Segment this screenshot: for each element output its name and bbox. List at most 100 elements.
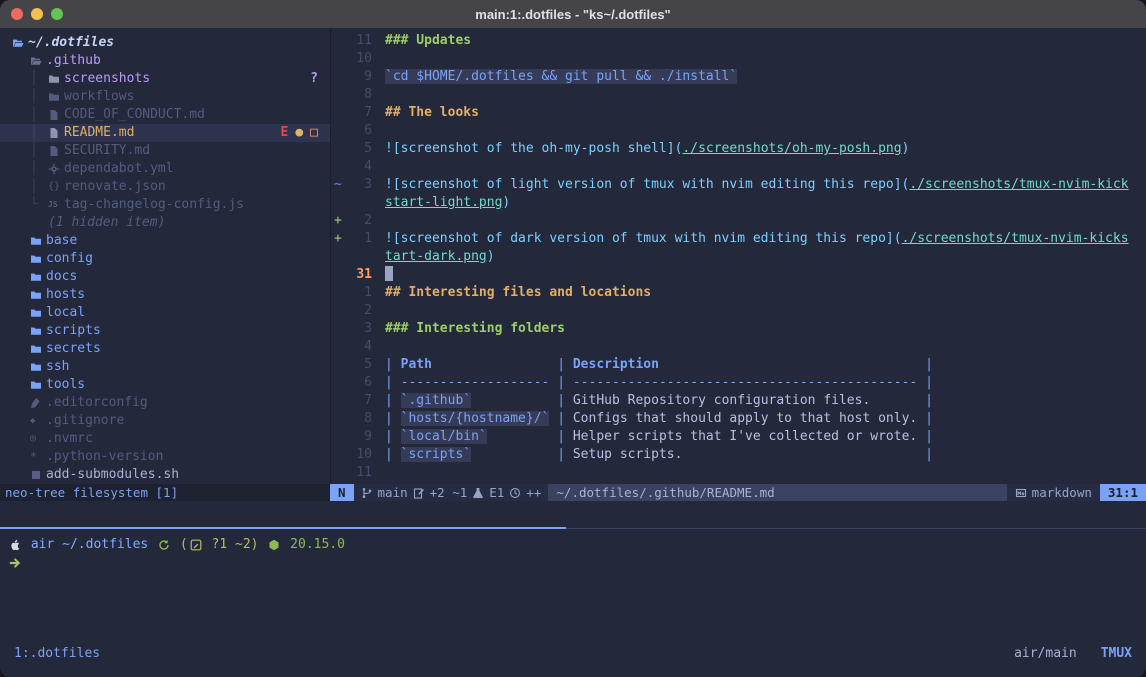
- syntax-span: `hosts/{hostname}/`: [401, 411, 550, 426]
- editor-line[interactable]: 3### Interesting folders: [331, 320, 1146, 338]
- minimize-button[interactable]: [31, 8, 43, 20]
- editor-line[interactable]: 7| `.github` | GitHub Repository configu…: [331, 392, 1146, 410]
- editor-line[interactable]: 6| ------------------- | ---------------…: [331, 374, 1146, 392]
- syntax-span: ./screenshots/tmux-nvim-kick: [909, 177, 1128, 192]
- editor-line[interactable]: 9`cd $HOME/.dotfiles && git pull && ./in…: [331, 68, 1146, 86]
- line-number: 11: [346, 32, 372, 50]
- editor-line[interactable]: 4: [331, 338, 1146, 356]
- tree-item[interactable]: ssh: [0, 358, 330, 376]
- gutter-sign: [331, 248, 346, 266]
- tree-item[interactable]: *.python-version: [0, 448, 330, 466]
- tree-item[interactable]: ◎.nvmrc: [0, 430, 330, 448]
- gutter-sign: [331, 194, 346, 212]
- editor-line[interactable]: 7## The looks: [331, 104, 1146, 122]
- tree-item[interactable]: local: [0, 304, 330, 322]
- tree-item[interactable]: └JStag-changelog-config.js: [0, 196, 330, 214]
- editor-line[interactable]: 11 ### Updates: [331, 32, 1146, 50]
- line-text: start-light.png): [372, 194, 510, 212]
- gutter-sign: [331, 464, 346, 482]
- syntax-span: ### Interesting folders: [385, 321, 565, 336]
- editor-pane[interactable]: 11 ### Updates 10 9`cd $HOME/.dotfiles &&…: [330, 28, 1146, 484]
- pencil-square-icon: [190, 539, 202, 551]
- line-number: 5: [346, 140, 372, 158]
- line-text: ## Interesting files and locations: [372, 284, 651, 302]
- tree-item[interactable]: tools: [0, 376, 330, 394]
- tree-item[interactable]: │dependabot.yml: [0, 160, 330, 178]
- close-button[interactable]: [11, 8, 23, 20]
- tree-item[interactable]: base: [0, 232, 330, 250]
- editor-line[interactable]: tart-dark.png): [331, 248, 1146, 266]
- editor-line[interactable]: ~3![screenshot of light version of tmux …: [331, 176, 1146, 194]
- syntax-span: |: [925, 357, 933, 372]
- editor-line[interactable]: 6: [331, 122, 1146, 140]
- tree-item[interactable]: config: [0, 250, 330, 268]
- tree-guide: │: [30, 142, 48, 160]
- syntax-span: [917, 411, 925, 426]
- tree-item[interactable]: │SECURITY.md: [0, 142, 330, 160]
- syntax-span: |: [557, 429, 573, 444]
- syntax-span: Helper scripts that I've collected or wr…: [573, 429, 917, 444]
- gutter-sign: [331, 392, 346, 410]
- tree-item[interactable]: scripts: [0, 322, 330, 340]
- editor-line[interactable]: 5![screenshot of the oh-my-posh shell](.…: [331, 140, 1146, 158]
- editor-line[interactable]: 2: [331, 302, 1146, 320]
- syntax-span: [682, 447, 925, 462]
- syntax-span: |: [557, 357, 573, 372]
- window-titlebar: main:1:.dotfiles - "ks~/.dotfiles": [0, 0, 1146, 28]
- gutter-sign: [331, 320, 346, 338]
- editor-line[interactable]: 10| `scripts` | Setup scripts. |: [331, 446, 1146, 464]
- line-number: 5: [346, 356, 372, 374]
- file-icon: [48, 127, 64, 139]
- syntax-span: ----------------------------------------…: [573, 375, 917, 390]
- tree-item-label: base: [46, 232, 77, 250]
- tree-item-label: local: [46, 304, 85, 322]
- tree-item[interactable]: hosts: [0, 286, 330, 304]
- syntax-span: |: [385, 357, 401, 372]
- tree-item[interactable]: │CODE_OF_CONDUCT.md: [0, 106, 330, 124]
- syntax-span: ### Updates: [385, 33, 471, 48]
- editor-line[interactable]: +2: [331, 212, 1146, 230]
- editor-cursor: [385, 266, 393, 281]
- editor-line[interactable]: 10: [331, 50, 1146, 68]
- line-text: [372, 86, 385, 104]
- editor-line[interactable]: 4: [331, 158, 1146, 176]
- editor-line[interactable]: 1## Interesting files and locations: [331, 284, 1146, 302]
- editor-line[interactable]: 11: [331, 464, 1146, 482]
- zoom-button[interactable]: [51, 8, 63, 20]
- git-branch-segment: main +2 ~1 E1 ++: [354, 484, 549, 501]
- syntax-span: |: [925, 393, 933, 408]
- tree-item[interactable]: ~/.dotfiles: [0, 34, 330, 52]
- line-number: 10: [346, 50, 372, 68]
- tmux-window-label[interactable]: 1:.dotfiles: [14, 644, 100, 664]
- statusline: neo-tree filesystem [1] N main +2 ~1 E1 …: [0, 484, 1146, 501]
- shell-pane[interactable]: air ~/.dotfiles ( ?1 ~2) 20.15.0: [0, 536, 1146, 572]
- editor-line[interactable]: 9| `local/bin` | Helper scripts that I'v…: [331, 428, 1146, 446]
- tree-item[interactable]: .github: [0, 52, 330, 70]
- tree-item[interactable]: add-submodules.sh: [0, 466, 330, 484]
- pane-divider-active: [0, 527, 566, 529]
- tree-item[interactable]: ◆.gitignore: [0, 412, 330, 430]
- editor-line[interactable]: 8: [331, 86, 1146, 104]
- tree-item[interactable]: │{}renovate.json: [0, 178, 330, 196]
- tree-item[interactable]: docs: [0, 268, 330, 286]
- tree-item[interactable]: .editorconfig: [0, 394, 330, 412]
- syntax-span: |: [925, 429, 933, 444]
- line-text: | `scripts` | Setup scripts. |: [372, 446, 933, 464]
- syntax-span: ./screenshots/tmux-nvim-kicks: [902, 231, 1129, 246]
- editor-line[interactable]: 8| `hosts/{hostname}/` | Configs that sh…: [331, 410, 1146, 428]
- editor-line[interactable]: start-light.png): [331, 194, 1146, 212]
- tree-item[interactable]: secrets: [0, 340, 330, 358]
- tmux-pane-divider[interactable]: [0, 527, 1146, 529]
- editor-line[interactable]: 5| Path | Description |: [331, 356, 1146, 374]
- prompt-input-line[interactable]: [0, 554, 1146, 572]
- tree-item[interactable]: │screenshots?: [0, 70, 330, 88]
- tree-item[interactable]: │workflows: [0, 88, 330, 106]
- diagnostic-error-badge: E: [281, 124, 289, 142]
- editor-line[interactable]: 31: [331, 266, 1146, 284]
- tree-item[interactable]: (1 hidden item): [0, 214, 330, 232]
- file-icon: [48, 145, 64, 157]
- line-text: ![screenshot of the oh-my-posh shell](./…: [372, 140, 909, 158]
- tree-item[interactable]: │README.mdE●□: [0, 124, 330, 142]
- editor-line[interactable]: +1![screenshot of dark version of tmux w…: [331, 230, 1146, 248]
- syntax-span: |: [385, 411, 401, 426]
